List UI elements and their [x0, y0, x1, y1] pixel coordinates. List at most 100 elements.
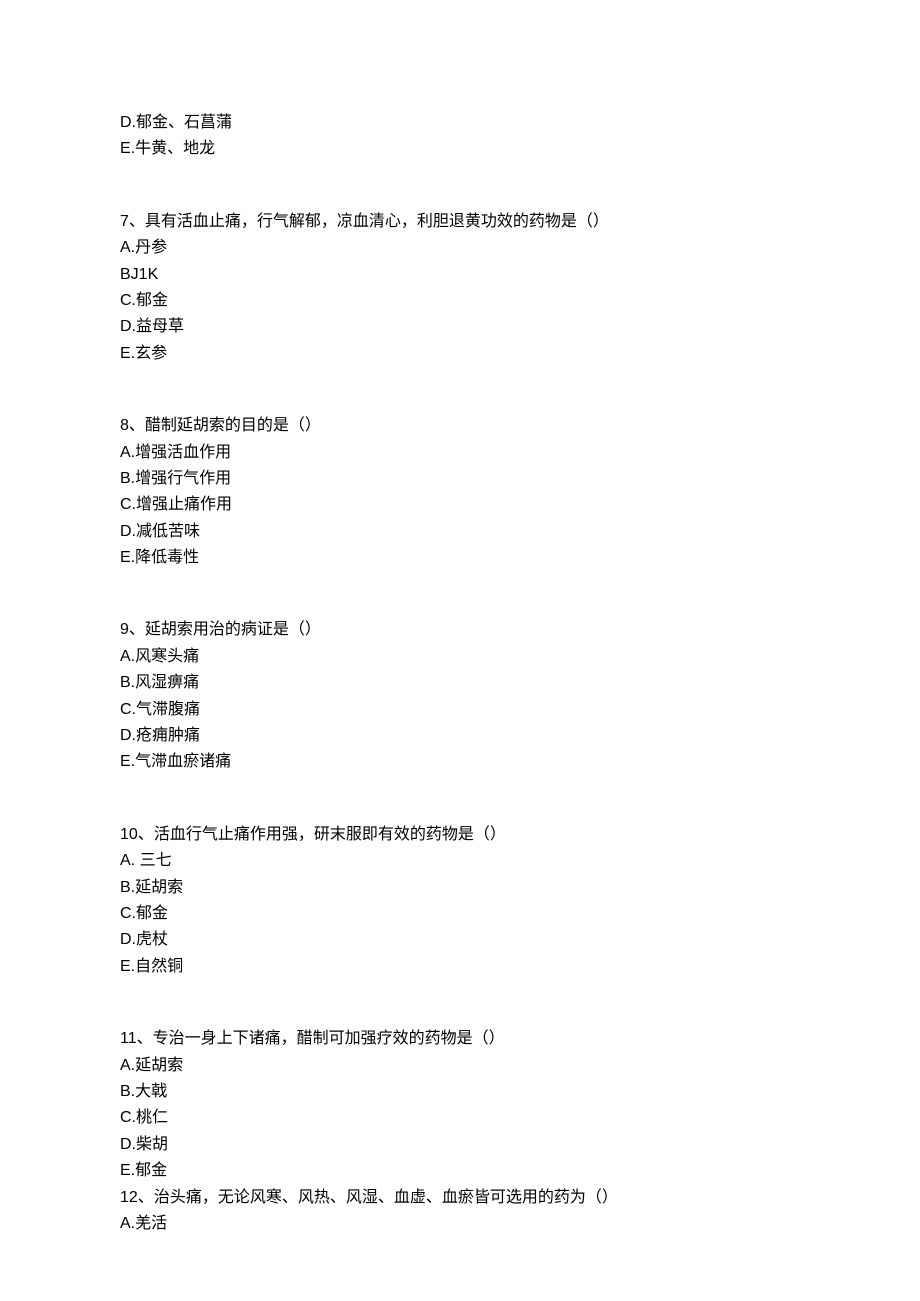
- option-a: A.增强活血作用: [120, 440, 800, 466]
- option-letter: BJ1K: [120, 266, 158, 283]
- option-text: 郁金: [136, 905, 168, 922]
- option-d: D.益母草: [120, 314, 800, 340]
- option-letter: C.: [120, 905, 136, 922]
- option-text: 郁金: [135, 1162, 167, 1179]
- option-letter: B.: [120, 470, 135, 487]
- option-a: A.丹参: [120, 235, 800, 261]
- option-c: C.郁金: [120, 288, 800, 314]
- option-text: 增强行气作用: [135, 470, 231, 487]
- option-letter: D.: [120, 114, 136, 131]
- option-text: 柴胡: [136, 1136, 168, 1153]
- option-text: 玄参: [135, 345, 167, 362]
- option-d: D.虎杖: [120, 927, 800, 953]
- option-b: B.增强行气作用: [120, 466, 800, 492]
- option-b: B.大戟: [120, 1079, 800, 1105]
- option-text: 大戟: [135, 1083, 167, 1100]
- question-text: 具有活血止痛，行气解郁，凉血清心，利胆退黄功效的药物是（）: [145, 213, 609, 230]
- question-number: 10、: [120, 826, 154, 843]
- spacer: [120, 571, 800, 617]
- option-letter: E.: [120, 958, 135, 975]
- option-text: 延胡索: [135, 879, 183, 896]
- option-b: B.风湿痹痛: [120, 670, 800, 696]
- option-text: 桃仁: [136, 1109, 168, 1126]
- option-d: D.疮痈肿痛: [120, 723, 800, 749]
- option-text: 疮痈肿痛: [136, 727, 200, 744]
- question-text: 专治一身上下诸痛，醋制可加强疗效的药物是（）: [153, 1030, 505, 1047]
- option-letter: E.: [120, 345, 135, 362]
- option-letter: D.: [120, 523, 136, 540]
- option-c: C.气滞腹痛: [120, 697, 800, 723]
- question-number: 7、: [120, 213, 145, 230]
- question-10: 10、活血行气止痛作用强，研末服即有效的药物是（）: [120, 822, 800, 848]
- option-letter: E.: [120, 753, 135, 770]
- option-e: E.郁金: [120, 1158, 800, 1184]
- option-text: 减低苦味: [136, 523, 200, 540]
- option-text: 郁金、石菖蒲: [136, 114, 232, 131]
- option-e: E.降低毒性: [120, 545, 800, 571]
- option-text: 气滞血瘀诸痛: [135, 753, 231, 770]
- option-text: 增强活血作用: [135, 444, 231, 461]
- spacer: [120, 367, 800, 413]
- question-text: 醋制延胡索的目的是（）: [145, 417, 321, 434]
- option-letter: D.: [120, 318, 136, 335]
- option-letter: A.: [120, 648, 135, 665]
- option-e: E.自然铜: [120, 954, 800, 980]
- option-letter: A.: [120, 1215, 135, 1232]
- option-c: C.增强止痛作用: [120, 492, 800, 518]
- option-letter: B.: [120, 674, 135, 691]
- option-letter: D.: [120, 1136, 136, 1153]
- option-a: A.风寒头痛: [120, 644, 800, 670]
- question-text: 活血行气止痛作用强，研末服即有效的药物是（）: [154, 826, 506, 843]
- option-b: B.延胡索: [120, 875, 800, 901]
- option-text: 羌活: [135, 1215, 167, 1232]
- option-c: C.桃仁: [120, 1105, 800, 1131]
- option-text: 郁金: [136, 292, 168, 309]
- option-a: A. 三七: [120, 848, 800, 874]
- option-d: D.柴胡: [120, 1132, 800, 1158]
- question-7: 7、具有活血止痛，行气解郁，凉血清心，利胆退黄功效的药物是（）: [120, 209, 800, 235]
- option-a: A.延胡索: [120, 1053, 800, 1079]
- spacer: [120, 163, 800, 209]
- option-text: 延胡索: [135, 1057, 183, 1074]
- option-e: E.气滞血瘀诸痛: [120, 749, 800, 775]
- option-text: 自然铜: [135, 958, 183, 975]
- option-text: 虎杖: [136, 931, 168, 948]
- question-11: 11、专治一身上下诸痛，醋制可加强疗效的药物是（）: [120, 1026, 800, 1052]
- spacer: [120, 980, 800, 1026]
- option-letter: D.: [120, 931, 136, 948]
- option-letter: E.: [120, 549, 135, 566]
- option-text: 牛黄、地龙: [135, 140, 215, 157]
- question-number: 8、: [120, 417, 145, 434]
- question-8: 8、醋制延胡索的目的是（）: [120, 413, 800, 439]
- option-letter: D.: [120, 727, 136, 744]
- option-text: 风寒头痛: [135, 648, 199, 665]
- option-d: D.郁金、石菖蒲: [120, 110, 800, 136]
- option-letter: A.: [120, 444, 135, 461]
- option-text: 丹参: [135, 239, 167, 256]
- option-letter: E.: [120, 140, 135, 157]
- question-number: 11、: [120, 1030, 153, 1047]
- option-text: 气滞腹痛: [136, 701, 200, 718]
- question-number: 9、: [120, 621, 145, 638]
- option-letter: B.: [120, 1083, 135, 1100]
- option-b: BJ1K: [120, 262, 800, 288]
- option-d: D.减低苦味: [120, 519, 800, 545]
- option-e: E.玄参: [120, 341, 800, 367]
- option-letter: A.: [120, 852, 140, 869]
- option-a: A.羌活: [120, 1211, 800, 1237]
- option-letter: B.: [120, 879, 135, 896]
- option-letter: A.: [120, 239, 135, 256]
- option-letter: A.: [120, 1057, 135, 1074]
- spacer: [120, 776, 800, 822]
- question-text: 治头痛，无论风寒、风热、风湿、血虚、血瘀皆可选用的药为（）: [154, 1189, 618, 1206]
- question-number: 12、: [120, 1189, 154, 1206]
- option-letter: C.: [120, 701, 136, 718]
- option-text: 增强止痛作用: [136, 496, 232, 513]
- question-12: 12、治头痛，无论风寒、风热、风湿、血虚、血瘀皆可选用的药为（）: [120, 1185, 800, 1211]
- option-text: 风湿痹痛: [135, 674, 199, 691]
- option-text: 三七: [140, 852, 172, 869]
- option-text: 益母草: [136, 318, 184, 335]
- option-letter: C.: [120, 292, 136, 309]
- option-e: E.牛黄、地龙: [120, 136, 800, 162]
- option-letter: C.: [120, 496, 136, 513]
